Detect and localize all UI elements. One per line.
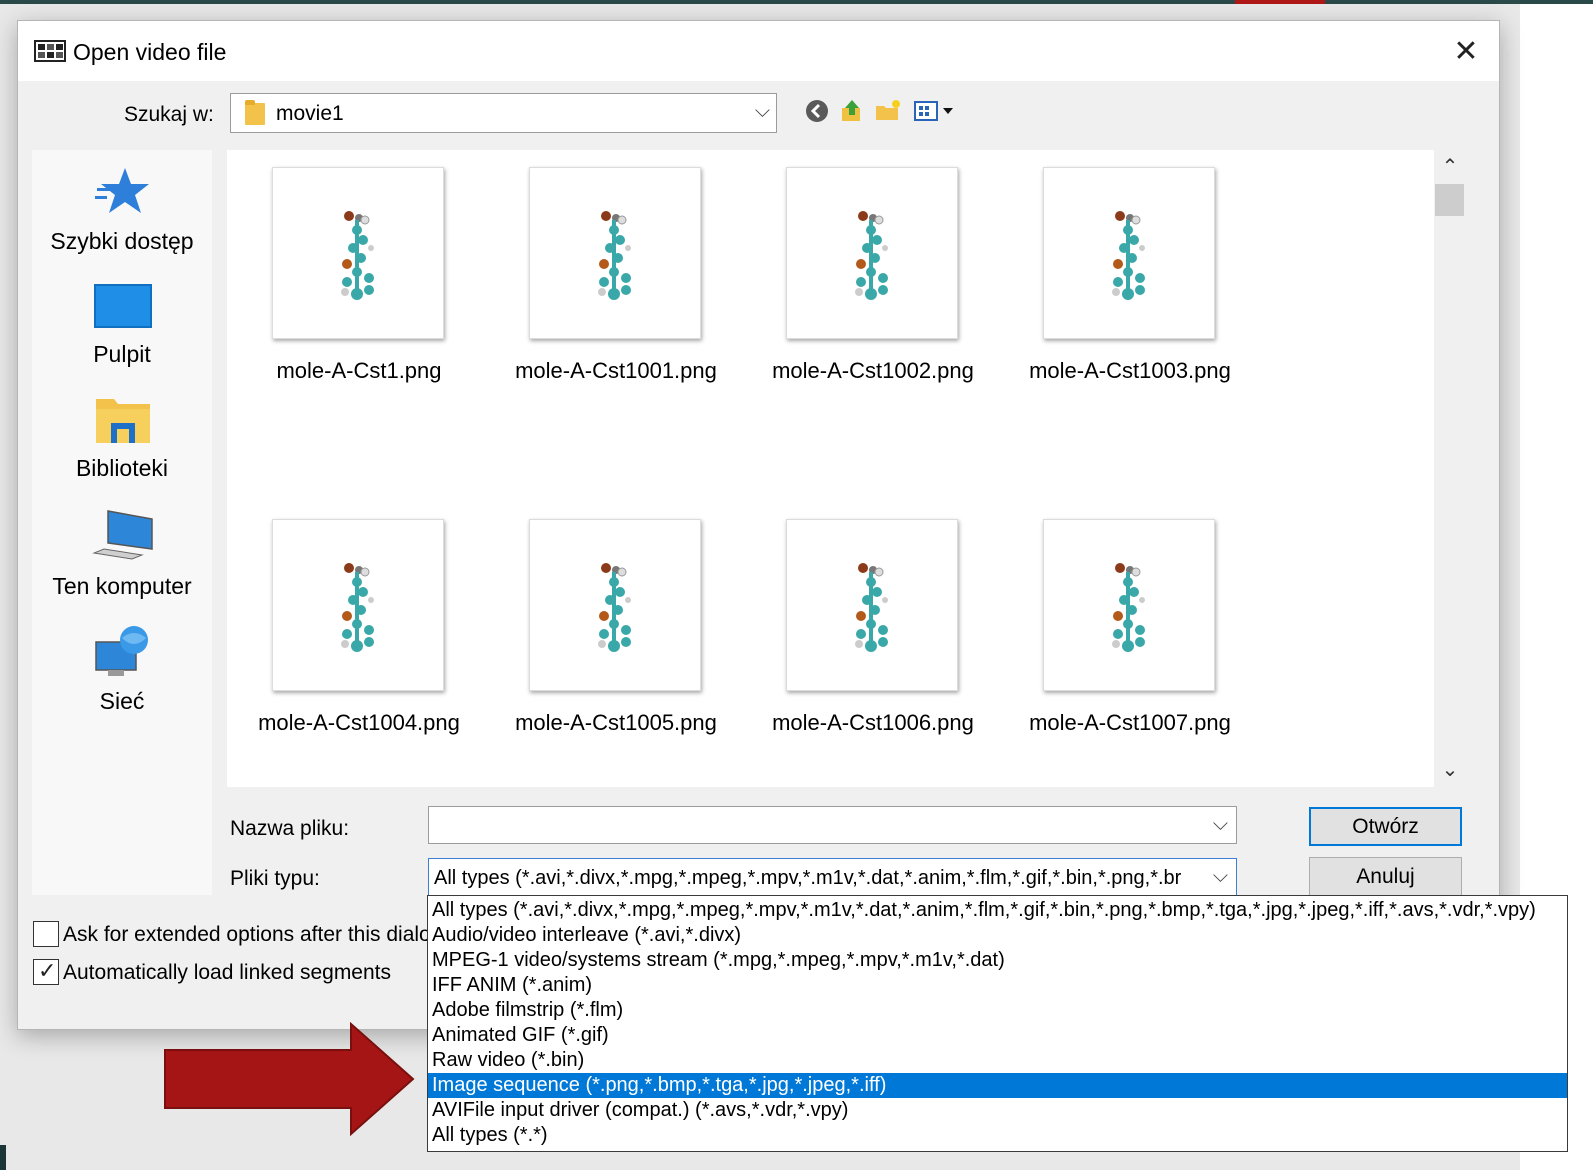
file-name: mole-A-Cst1001.png <box>515 358 717 383</box>
checkmark-icon: ✓ <box>38 958 57 983</box>
view-menu-icon[interactable] <box>913 97 957 125</box>
dropdown-option[interactable]: Adobe filmstrip (*.flm) <box>428 998 1567 1023</box>
look-in-label: Szukaj w: <box>124 103 214 126</box>
computer-icon <box>92 510 153 560</box>
molecule-thumbnail-icon <box>341 563 374 652</box>
file-thumbnail <box>272 167 444 339</box>
star-icon <box>95 168 149 213</box>
place-quick-access[interactable]: Szybki dostęp <box>32 166 212 276</box>
file-tile[interactable]: mole-A-Cst1006.png <box>741 502 991 762</box>
place-this-pc[interactable]: Ten komputer <box>32 509 212 619</box>
place-desktop[interactable]: Pulpit <box>32 283 212 393</box>
filetype-label: Pliki typu: <box>230 867 320 890</box>
file-tile[interactable]: mole-A-Cst1004.png <box>227 502 477 762</box>
file-name: mole-A-Cst1004.png <box>258 710 460 735</box>
libraries-icon <box>96 399 150 443</box>
filetype-combobox[interactable]: All types (*.avi,*.divx,*.mpg,*.mpeg,*.m… <box>428 858 1237 896</box>
chevron-down-icon: ⌵ <box>754 100 770 122</box>
dropdown-option[interactable]: AVIFile input driver (compat.) (*.avs,*.… <box>428 1098 1567 1123</box>
scrollbar-thumb[interactable] <box>1435 184 1464 216</box>
file-tile[interactable]: mole-A-Cst1005.png <box>484 502 734 762</box>
file-name: mole-A-Cst1.png <box>276 358 442 383</box>
dropdown-option[interactable]: Animated GIF (*.gif) <box>428 1023 1567 1048</box>
close-icon: ✕ <box>1453 34 1479 68</box>
molecule-thumbnail-icon <box>1112 211 1145 300</box>
place-libraries[interactable]: Biblioteki <box>32 395 212 505</box>
molecule-thumbnail-icon <box>855 563 888 652</box>
chevron-down-icon[interactable]: ⌵ <box>1213 813 1228 836</box>
folder-icon <box>245 100 265 125</box>
desktop-icon <box>94 284 152 328</box>
dialog-title: Open video file <box>73 39 227 65</box>
chevron-down-icon: ⌵ <box>1212 865 1228 887</box>
filename-label: Nazwa pliku: <box>230 817 350 840</box>
place-network[interactable]: Sieć <box>32 624 212 734</box>
file-name: mole-A-Cst1002.png <box>772 358 974 383</box>
close-button[interactable]: ✕ <box>1433 21 1499 81</box>
molecule-thumbnail-icon <box>1112 563 1145 652</box>
title-bar: Open video file ✕ <box>18 21 1499 81</box>
dropdown-option[interactable]: MPEG-1 video/systems stream (*.mpg,*.mpe… <box>428 948 1567 973</box>
network-icon <box>95 626 148 676</box>
annotation-arrow-icon <box>164 1022 415 1136</box>
extended-options-checkbox[interactable] <box>33 921 59 947</box>
places-bar: Szybki dostęp Pulpit Biblioteki Ten komp… <box>32 150 212 895</box>
dropdown-option-selected[interactable]: Image sequence (*.png,*.bmp,*.tga,*.jpg,… <box>428 1073 1567 1098</box>
file-list-scrollbar[interactable]: ⌃ ⌄ <box>1434 150 1466 787</box>
file-thumbnail <box>786 519 958 691</box>
dropdown-option[interactable]: All types (*.*) <box>428 1123 1567 1148</box>
filename-input[interactable]: ⌵ <box>428 806 1237 844</box>
molecule-thumbnail-icon <box>341 211 374 300</box>
filetype-value: All types (*.avi,*.divx,*.mpg,*.mpeg,*.m… <box>434 867 1182 889</box>
background-window-corner <box>0 1145 6 1170</box>
molecule-thumbnail-icon <box>855 211 888 300</box>
file-thumbnail <box>272 519 444 691</box>
back-icon[interactable] <box>803 97 831 125</box>
cancel-button[interactable]: Anuluj <box>1309 857 1462 896</box>
app-icon <box>34 37 68 65</box>
up-folder-icon[interactable] <box>838 97 866 125</box>
filetype-dropdown-list[interactable]: All types (*.avi,*.divx,*.mpg,*.mpeg,*.m… <box>427 895 1568 1152</box>
file-name: mole-A-Cst1003.png <box>1029 358 1231 383</box>
file-name: mole-A-Cst1005.png <box>515 710 717 735</box>
background-window-edge <box>0 0 1593 4</box>
linked-segments-checkbox[interactable]: ✓ <box>33 958 59 985</box>
open-button[interactable]: Otwórz <box>1309 807 1462 846</box>
file-tile[interactable]: mole-A-Cst1007.png <box>998 502 1248 762</box>
background-window-accent <box>1235 0 1325 4</box>
file-thumbnail <box>786 167 958 339</box>
scroll-down-icon[interactable]: ⌄ <box>1434 757 1466 783</box>
open-video-dialog: Open video file ✕ Szukaj w: movie1 ⌵ Szy… <box>17 20 1500 1030</box>
file-tile[interactable]: mole-A-Cst1003.png <box>998 150 1248 410</box>
look-in-combobox[interactable]: movie1 ⌵ <box>230 93 777 133</box>
file-list[interactable]: mole-A-Cst1.png mole-A-Cst1001.png mole-… <box>227 150 1434 787</box>
file-thumbnail <box>1043 167 1215 339</box>
file-thumbnail <box>529 519 701 691</box>
dropdown-option[interactable]: Audio/video interleave (*.avi,*.divx) <box>428 923 1567 948</box>
dropdown-option[interactable]: Raw video (*.bin) <box>428 1048 1567 1073</box>
look-in-value: movie1 <box>276 102 344 125</box>
file-name: mole-A-Cst1007.png <box>1029 710 1231 735</box>
file-tile[interactable]: mole-A-Cst1002.png <box>741 150 991 410</box>
extended-options-label: Ask for extended options after this dial… <box>63 923 443 946</box>
dropdown-option[interactable]: All types (*.avi,*.divx,*.mpg,*.mpeg,*.m… <box>428 898 1567 923</box>
file-tile[interactable]: mole-A-Cst1001.png <box>484 150 734 410</box>
scroll-up-icon[interactable]: ⌃ <box>1434 154 1466 180</box>
molecule-thumbnail-icon <box>598 563 631 652</box>
file-name: mole-A-Cst1006.png <box>772 710 974 735</box>
file-tile[interactable]: mole-A-Cst1.png <box>227 150 477 410</box>
file-thumbnail <box>529 167 701 339</box>
new-folder-icon[interactable] <box>874 97 902 125</box>
linked-segments-label: Automatically load linked segments <box>63 961 392 984</box>
file-thumbnail <box>1043 519 1215 691</box>
dropdown-option[interactable]: IFF ANIM (*.anim) <box>428 973 1567 998</box>
molecule-thumbnail-icon <box>598 211 631 300</box>
